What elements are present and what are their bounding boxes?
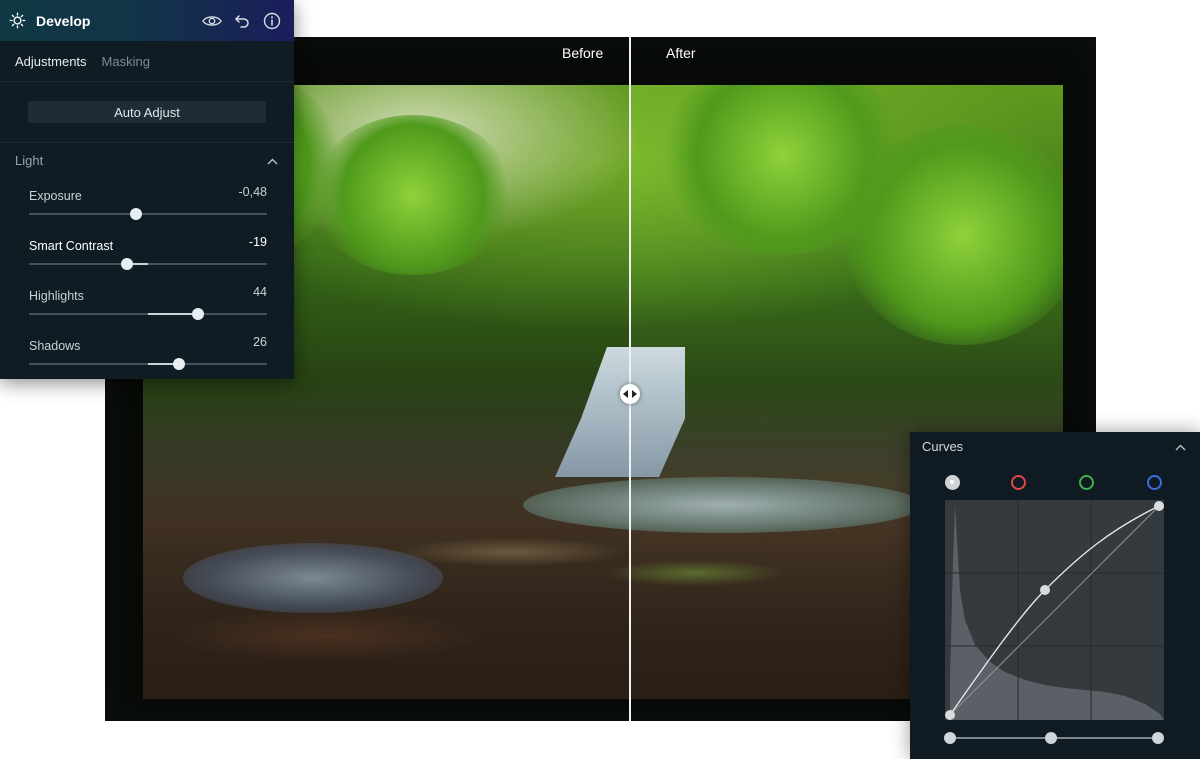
info-icon[interactable]	[262, 11, 282, 31]
tab-adjustments[interactable]: Adjustments	[15, 54, 87, 69]
curve-point	[1154, 501, 1164, 511]
curves-header[interactable]: Curves	[910, 432, 1200, 460]
panel-tabs: Adjustments Masking	[0, 41, 294, 82]
chevron-up-icon[interactable]	[267, 153, 278, 168]
light-section-header[interactable]: Light	[0, 143, 294, 177]
range-black-point[interactable]	[944, 732, 956, 744]
slider-track[interactable]	[29, 308, 267, 320]
baseline-diagonal	[949, 505, 1160, 716]
curves-panel: Curves	[910, 432, 1200, 759]
auto-adjust-area: Auto Adjust	[0, 82, 294, 143]
slider-knob[interactable]	[172, 358, 185, 370]
channel-blue[interactable]	[1147, 475, 1162, 490]
slider-track[interactable]	[29, 258, 267, 270]
slider-knob[interactable]	[130, 208, 143, 220]
slider-label: Highlights	[29, 289, 84, 303]
slider-knob[interactable]	[191, 308, 204, 320]
slider-track[interactable]	[29, 358, 267, 370]
slider-value[interactable]: -0,48	[239, 185, 268, 199]
slider-track[interactable]	[29, 208, 267, 220]
range-mid-point[interactable]	[1045, 732, 1057, 744]
channel-red[interactable]	[1011, 475, 1026, 490]
split-arrows-icon	[623, 390, 637, 398]
curve-graph[interactable]	[945, 500, 1164, 720]
slider-value[interactable]: 44	[253, 285, 267, 299]
slider-fill	[131, 263, 148, 265]
histogram	[950, 505, 1164, 720]
after-label: After	[666, 45, 696, 61]
channel-luminance[interactable]	[945, 475, 960, 490]
section-title-light: Light	[15, 152, 44, 168]
foliage-patch	[843, 125, 1063, 345]
smart-contrast-slider-row: Smart Contrast -19	[29, 235, 267, 270]
slider-label: Shadows	[29, 339, 81, 353]
chevron-up-icon[interactable]	[1175, 439, 1186, 454]
compare-divider[interactable]	[629, 37, 631, 721]
panel-title: Develop	[36, 12, 91, 29]
shadows-slider-row: Shadows 26	[29, 335, 267, 370]
range-white-point[interactable]	[1152, 732, 1164, 744]
curve-point	[945, 710, 955, 720]
curve-plot	[945, 500, 1164, 720]
selected-dot-icon	[950, 480, 954, 484]
stream	[183, 543, 443, 613]
develop-panel: Develop Adjustments Masking Auto Adjust …	[0, 0, 294, 379]
eye-icon[interactable]	[202, 11, 222, 31]
tab-masking[interactable]: Masking	[102, 54, 150, 69]
curves-title: Curves	[922, 438, 964, 454]
slider-fill	[148, 313, 198, 315]
channel-green[interactable]	[1079, 475, 1094, 490]
auto-adjust-button[interactable]: Auto Adjust	[28, 101, 266, 123]
curve-point	[1040, 585, 1050, 595]
exposure-slider-row: Exposure -0,48	[29, 185, 268, 220]
slider-label: Exposure	[29, 189, 82, 203]
pool	[523, 477, 923, 533]
slider-label: Smart Contrast	[29, 239, 114, 253]
sun-icon	[9, 12, 26, 29]
split-handle[interactable]	[620, 384, 640, 404]
channel-selector	[945, 474, 1165, 492]
before-label: Before	[562, 45, 604, 61]
curve-range-slider[interactable]	[944, 732, 1164, 744]
foliage-patch	[313, 115, 513, 275]
highlights-slider-row: Highlights 44	[29, 285, 267, 320]
slider-knob[interactable]	[120, 258, 133, 270]
undo-icon[interactable]	[232, 11, 252, 31]
slider-value[interactable]: 26	[253, 335, 267, 349]
develop-header: Develop	[0, 0, 294, 41]
slider-value[interactable]: -19	[249, 235, 267, 249]
